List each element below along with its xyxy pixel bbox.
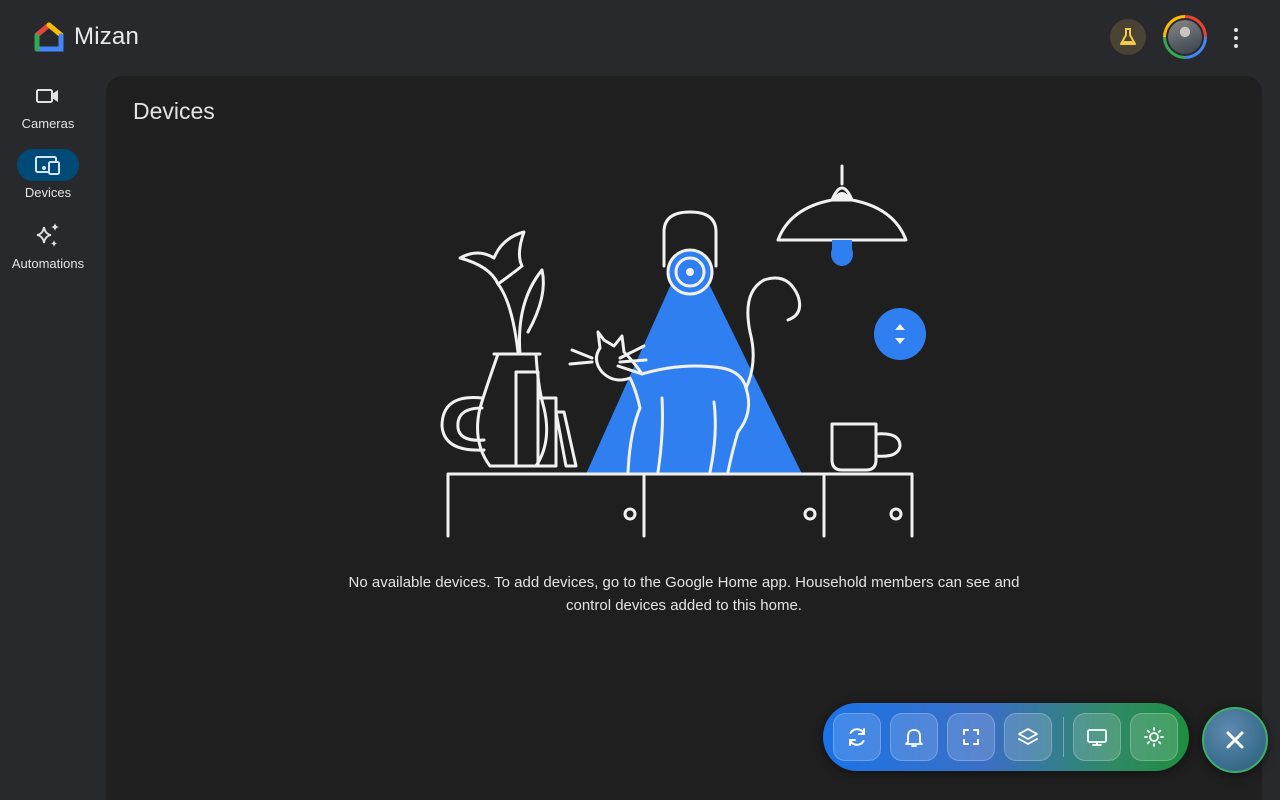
layers-button[interactable] <box>1004 713 1052 761</box>
toolbar-divider <box>1063 717 1064 757</box>
brightness-icon <box>1144 727 1164 747</box>
app-title: Mizan <box>74 23 140 50</box>
fullscreen-button[interactable] <box>947 713 995 761</box>
sparkle-icon <box>36 223 59 247</box>
avatar <box>1168 20 1202 54</box>
notifications-button[interactable] <box>890 713 938 761</box>
refresh-button[interactable] <box>833 713 881 761</box>
monitor-icon <box>1087 729 1107 746</box>
main-panel: Devices No available devices. To add dev… <box>106 76 1262 800</box>
more-vert-icon <box>1234 28 1238 32</box>
more-menu-button[interactable] <box>1222 22 1250 54</box>
flask-icon <box>1120 28 1136 45</box>
nav-label: Cameras <box>21 116 75 131</box>
fullscreen-icon <box>963 729 979 745</box>
account-avatar-button[interactable] <box>1163 15 1207 59</box>
home-logo-icon <box>34 22 64 52</box>
nav-label: Devices <box>24 185 72 200</box>
side-navigation: Cameras Devices Automations <box>0 76 106 800</box>
labs-button[interactable] <box>1110 19 1146 55</box>
nav-item-devices[interactable]: Devices <box>0 149 96 200</box>
layers-icon <box>1018 728 1038 745</box>
empty-state-illustration <box>440 164 926 538</box>
videocam-icon <box>36 89 58 103</box>
floating-toolbar <box>823 703 1189 771</box>
brand[interactable]: Mizan <box>34 22 139 52</box>
nav-item-cameras[interactable]: Cameras <box>0 80 96 131</box>
close-toolbar-button[interactable] <box>1202 707 1268 773</box>
display-button[interactable] <box>1073 713 1121 761</box>
nav-item-automations[interactable]: Automations <box>0 220 96 271</box>
refresh-icon <box>849 728 865 746</box>
page-title: Devices <box>133 98 215 124</box>
nav-label: Automations <box>11 256 85 271</box>
close-icon <box>1226 731 1244 749</box>
empty-state-message: No available devices. To add devices, go… <box>348 574 1020 614</box>
brightness-button[interactable] <box>1130 713 1178 761</box>
bell-icon <box>905 729 923 747</box>
top-app-bar: Mizan <box>0 0 1280 76</box>
devices-icon <box>35 156 60 175</box>
